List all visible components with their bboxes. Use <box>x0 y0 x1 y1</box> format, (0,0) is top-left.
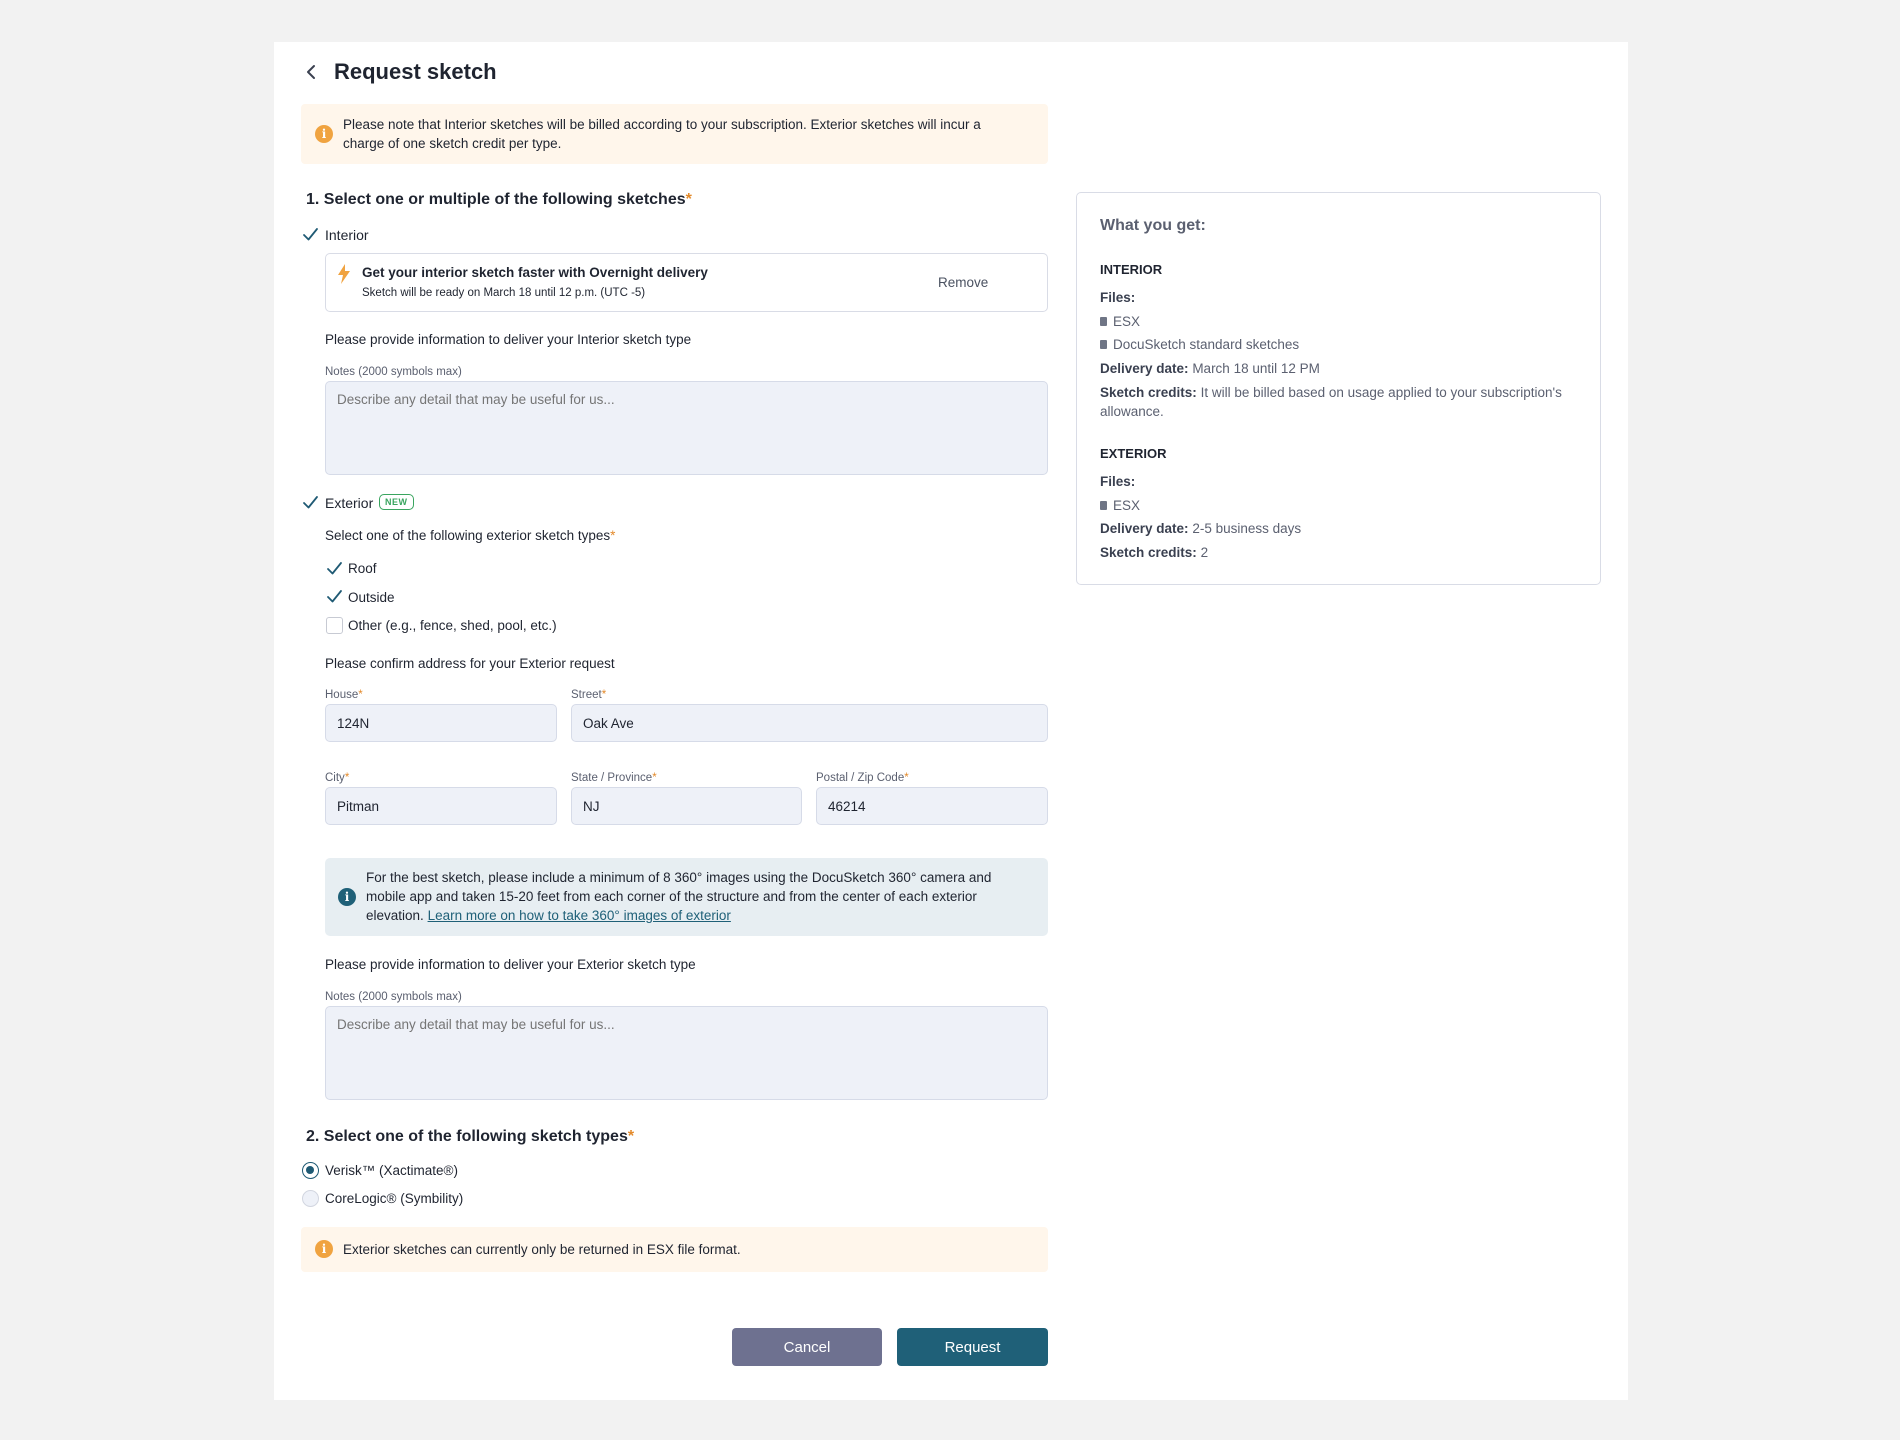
exterior-types-prompt-text: Select one of the following exterior ske… <box>325 528 611 543</box>
summary-exterior-delivery: Delivery date: 2-5 business days <box>1100 519 1301 538</box>
street-input[interactable] <box>571 704 1048 742</box>
city-input[interactable] <box>325 787 557 825</box>
required-mark: * <box>344 772 350 784</box>
roof-label[interactable]: Roof <box>348 561 377 576</box>
section1-title: 1. Select one or multiple of the followi… <box>306 191 692 209</box>
exterior-label[interactable]: Exterior <box>325 495 373 511</box>
address-prompt: Please confirm address for your Exterior… <box>325 656 615 671</box>
corelogic-radio[interactable] <box>302 1190 319 1207</box>
required-mark: * <box>627 1128 635 1145</box>
delivery-value: March 18 until 12 PM <box>1192 361 1320 376</box>
summary-interior-credits: Sketch credits: It will be billed based … <box>1100 383 1580 421</box>
required-mark: * <box>685 191 692 208</box>
summary-interior-files-label: Files: <box>1100 288 1135 307</box>
files-label: Files: <box>1100 290 1136 305</box>
summary-exterior-credits: Sketch credits: 2 <box>1100 543 1208 562</box>
overnight-promo-title: Get your interior sketch faster with Ove… <box>362 265 708 280</box>
interior-label[interactable]: Interior <box>325 227 369 243</box>
info-icon: i <box>338 888 356 906</box>
section1-title-text: 1. Select one or multiple of the followi… <box>306 191 686 208</box>
zip-label-text: Postal / Zip Code <box>816 772 905 784</box>
interior-notes-label: Notes (2000 symbols max) <box>325 366 462 378</box>
remove-overnight-button[interactable]: Remove <box>938 275 988 290</box>
section2-title: 2. Select one of the following sketch ty… <box>306 1128 634 1146</box>
format-notice-text: Exterior sketches can currently only be … <box>343 1242 741 1257</box>
exterior-types-prompt: Select one of the following exterior ske… <box>325 528 615 543</box>
file-icon <box>1100 340 1107 349</box>
house-label-text: House <box>325 689 359 701</box>
delivery-value: 2-5 business days <box>1192 521 1302 536</box>
exterior-notes-field[interactable] <box>325 1006 1048 1100</box>
summary-exterior-file-esx: ESX <box>1100 496 1140 515</box>
required-mark: * <box>904 772 909 784</box>
house-input[interactable] <box>325 704 557 742</box>
delivery-label: Delivery date: <box>1100 521 1189 536</box>
learn-more-link[interactable]: Learn more on how to take 360° images of… <box>428 908 731 923</box>
state-label-text: State / Province <box>571 772 653 784</box>
outside-checkbox[interactable] <box>326 588 343 605</box>
street-label-text: Street <box>571 689 602 701</box>
billing-notice-text: Please note that Interior sketches will … <box>343 117 981 151</box>
lightning-icon <box>338 264 350 284</box>
summary-title: What you get: <box>1100 217 1206 234</box>
summary-interior-delivery: Delivery date: March 18 until 12 PM <box>1100 359 1320 378</box>
credits-value: 2 <box>1200 545 1209 560</box>
zip-input[interactable] <box>816 787 1048 825</box>
other-label[interactable]: Other (e.g., fence, shed, pool, etc.) <box>348 618 557 633</box>
new-badge: NEW <box>379 494 414 510</box>
interior-info-prompt: Please provide information to deliver yo… <box>325 332 692 347</box>
exterior-info-prompt: Please provide information to deliver yo… <box>325 957 696 972</box>
interior-notes-field[interactable] <box>325 381 1048 475</box>
file-icon <box>1100 501 1107 510</box>
files-label: Files: <box>1100 474 1136 489</box>
credits-label: Sketch credits: <box>1100 385 1197 400</box>
roof-checkbox[interactable] <box>326 560 343 577</box>
warning-icon: i <box>315 1240 333 1258</box>
city-label: City* <box>325 772 349 784</box>
chevron-left-icon[interactable] <box>300 60 324 84</box>
required-mark: * <box>358 689 363 701</box>
page-title: Request sketch <box>334 59 497 84</box>
file-name: DocuSketch standard sketches <box>1113 337 1300 352</box>
exterior-checkbox[interactable] <box>302 494 319 511</box>
file-icon <box>1100 317 1107 326</box>
summary-interior-file-docusketch: DocuSketch standard sketches <box>1100 335 1299 354</box>
city-label-text: City <box>325 772 345 784</box>
zip-label: Postal / Zip Code* <box>816 772 909 784</box>
exterior-notes-label: Notes (2000 symbols max) <box>325 991 462 1003</box>
verisk-radio[interactable] <box>302 1162 319 1179</box>
request-button[interactable]: Request <box>897 1328 1048 1366</box>
outside-label[interactable]: Outside <box>348 590 395 605</box>
delivery-label: Delivery date: <box>1100 361 1189 376</box>
summary-exterior-files-label: Files: <box>1100 472 1135 491</box>
summary-exterior-heading: EXTERIOR <box>1100 446 1167 461</box>
summary-interior-file-esx: ESX <box>1100 312 1140 331</box>
required-mark: * <box>601 689 607 701</box>
warning-icon: i <box>315 125 333 143</box>
exterior-tip-text: For the best sketch, please include a mi… <box>366 868 1031 925</box>
state-label: State / Province* <box>571 772 657 784</box>
file-name: ESX <box>1113 498 1141 513</box>
other-checkbox[interactable] <box>326 617 343 634</box>
verisk-label[interactable]: Verisk™ (Xactimate®) <box>325 1163 458 1178</box>
interior-checkbox[interactable] <box>302 226 319 243</box>
credits-label: Sketch credits: <box>1100 545 1197 560</box>
overnight-promo-subtitle: Sketch will be ready on March 18 until 1… <box>362 287 646 299</box>
summary-interior-heading: INTERIOR <box>1100 262 1163 277</box>
house-label: House* <box>325 689 363 701</box>
required-mark: * <box>652 772 657 784</box>
file-name: ESX <box>1113 314 1141 329</box>
corelogic-label[interactable]: CoreLogic® (Symbility) <box>325 1191 463 1206</box>
cancel-button[interactable]: Cancel <box>732 1328 882 1366</box>
street-label: Street* <box>571 689 606 701</box>
section2-title-text: 2. Select one of the following sketch ty… <box>306 1128 628 1145</box>
required-mark: * <box>610 528 616 543</box>
state-input[interactable] <box>571 787 802 825</box>
